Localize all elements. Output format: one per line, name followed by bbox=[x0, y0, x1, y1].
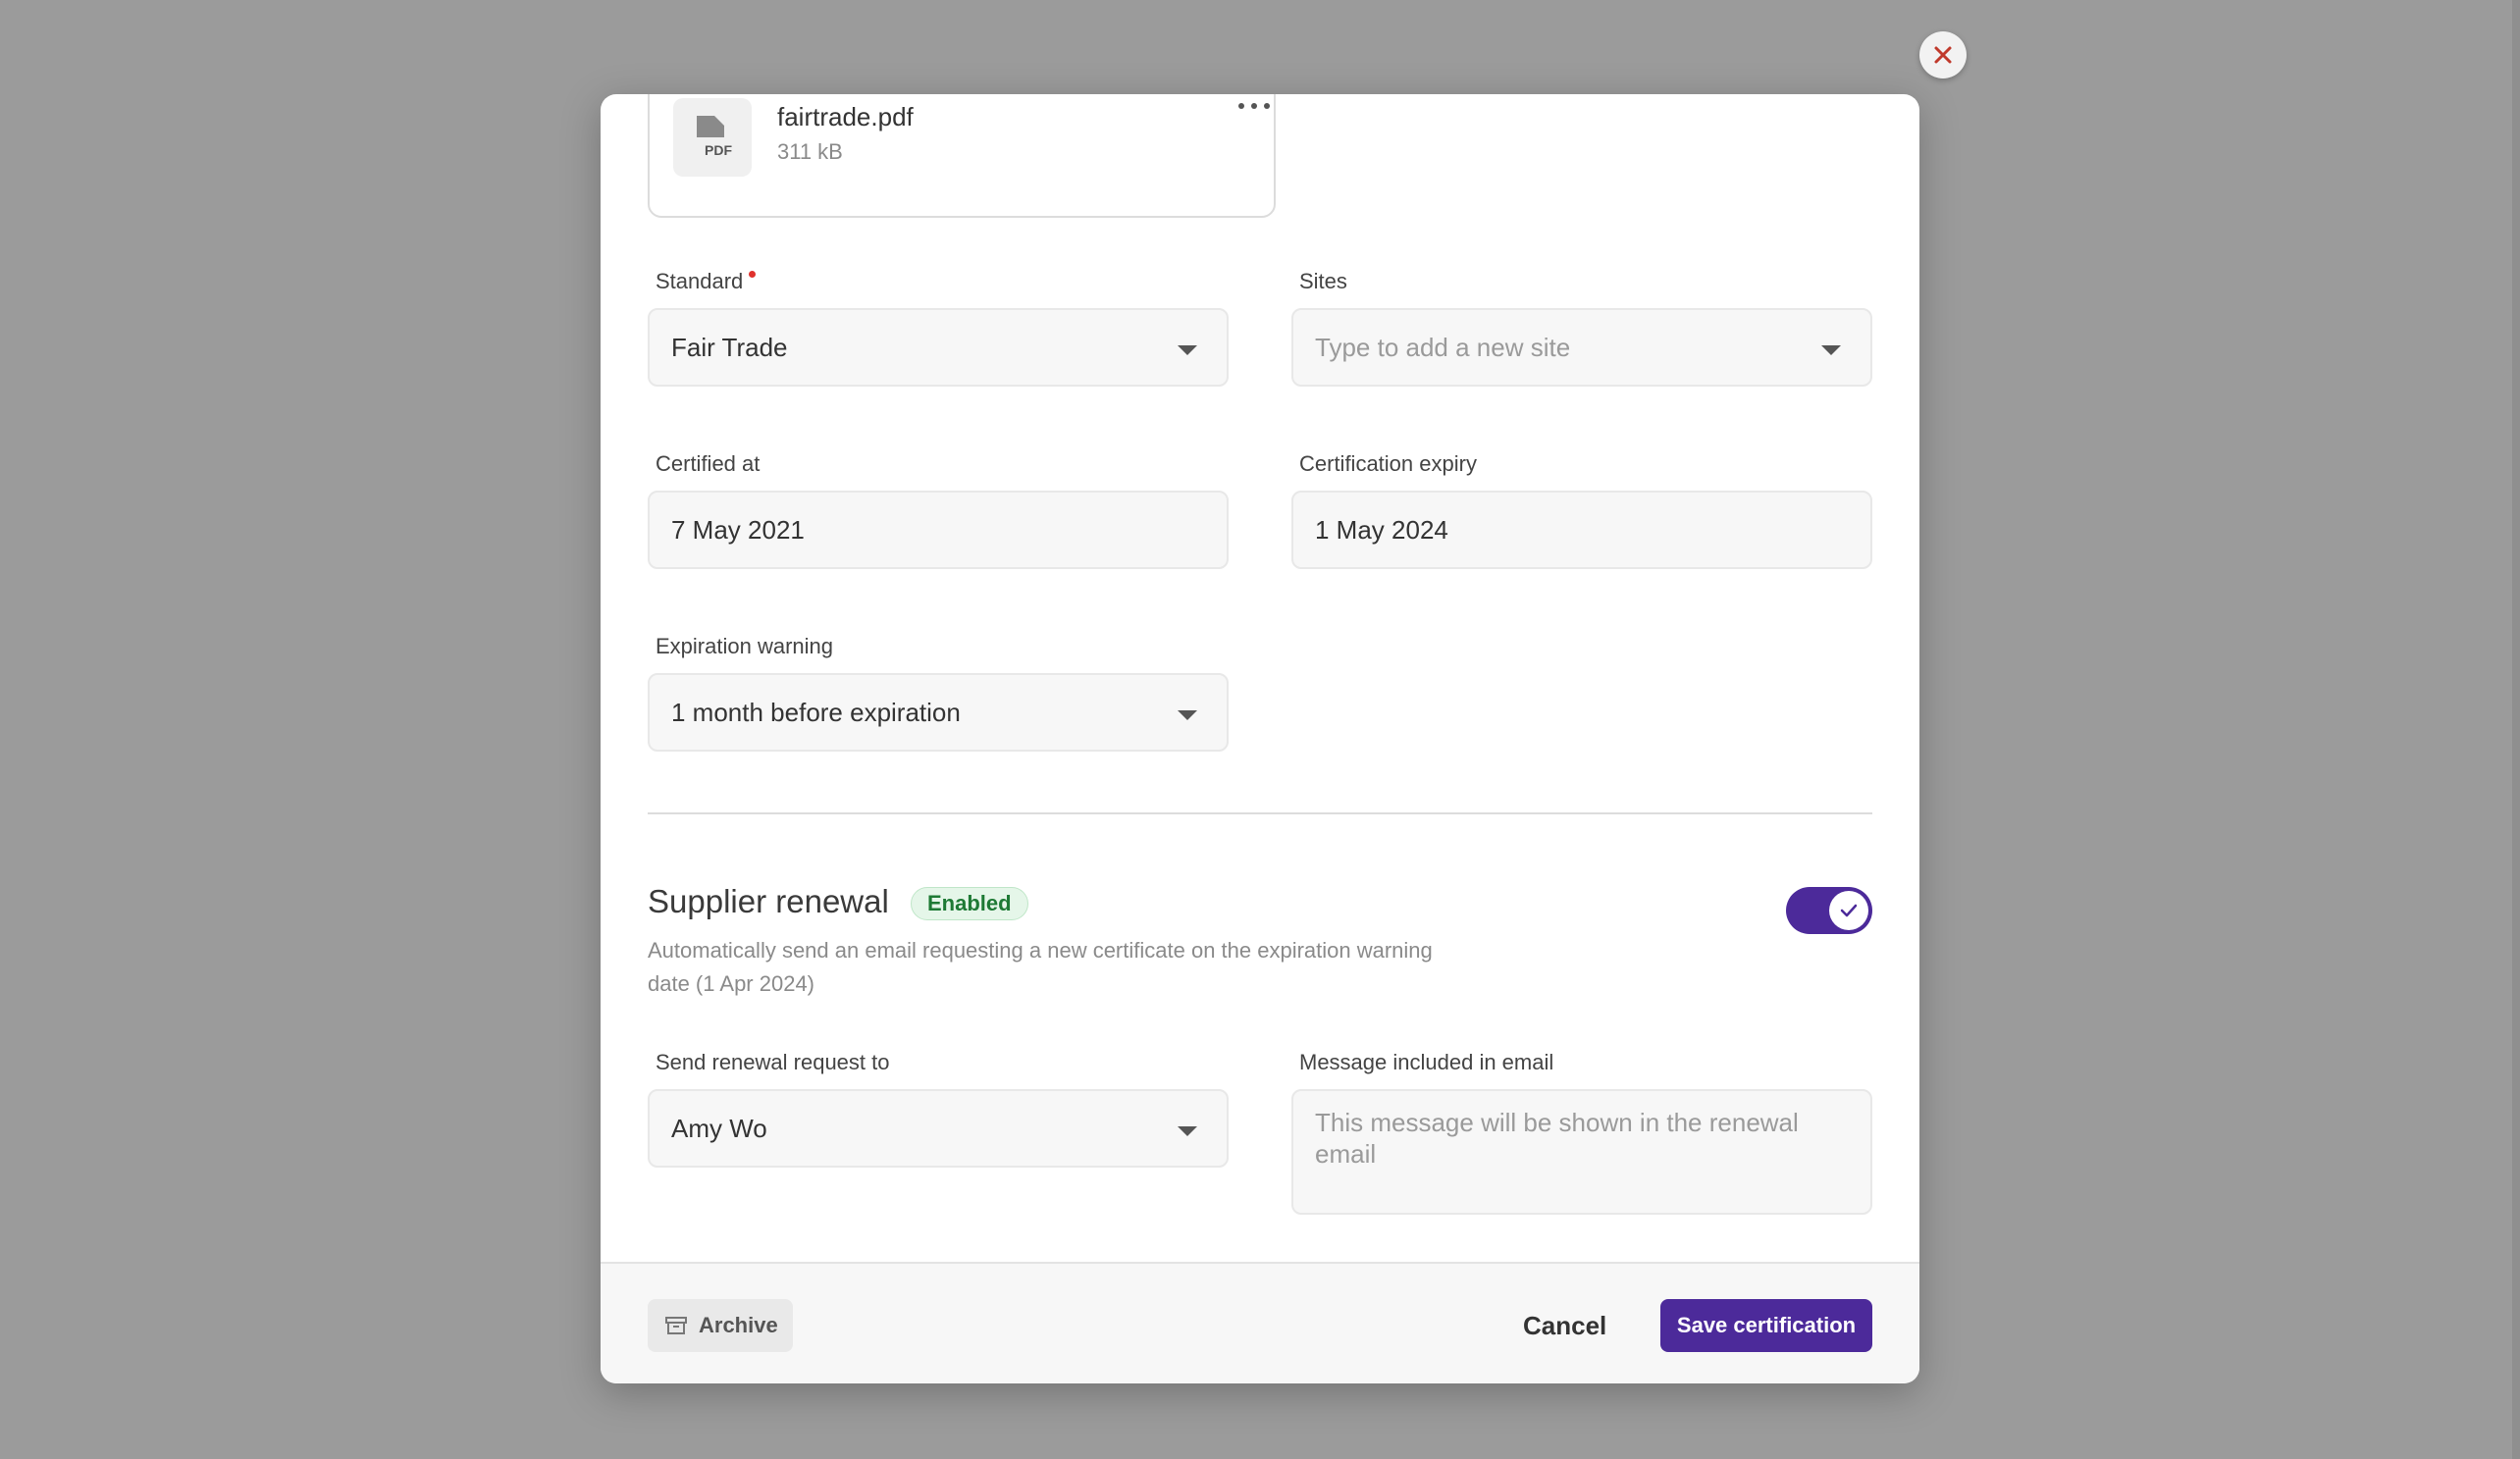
sites-placeholder: Type to add a new site bbox=[1315, 332, 1571, 362]
required-indicator bbox=[749, 271, 757, 278]
certification-expiry-label: Certification expiry bbox=[1299, 451, 1477, 476]
close-icon bbox=[1934, 46, 1952, 64]
file-more-options-icon[interactable] bbox=[1238, 96, 1270, 116]
page-scrollbar[interactable] bbox=[2512, 0, 2520, 1459]
file-name: fairtrade.pdf bbox=[777, 102, 914, 131]
certification-expiry-value: 1 May 2024 bbox=[1315, 514, 1448, 545]
archive-button[interactable]: Archive bbox=[648, 1299, 793, 1352]
archive-icon bbox=[665, 1317, 687, 1334]
certification-expiry-input[interactable]: 1 May 2024 bbox=[1291, 491, 1872, 569]
file-size: 311 kB bbox=[777, 139, 843, 164]
message-textarea[interactable]: This message will be shown in the renewa… bbox=[1291, 1089, 1872, 1215]
pdf-icon-text: PDF bbox=[705, 142, 732, 158]
toggle-knob bbox=[1829, 891, 1868, 930]
chevron-down-icon bbox=[1178, 345, 1197, 355]
send-renewal-to-label: Send renewal request to bbox=[656, 1050, 890, 1074]
cancel-button[interactable]: Cancel bbox=[1523, 1311, 1606, 1341]
chevron-down-icon bbox=[1821, 345, 1841, 355]
supplier-renewal-description: Automatically send an email requesting a… bbox=[648, 938, 1433, 996]
file-card: PDF fairtrade.pdf 311 kB bbox=[648, 94, 1276, 218]
certified-at-input[interactable]: 7 May 2021 bbox=[648, 491, 1229, 569]
save-certification-button[interactable]: Save certification bbox=[1660, 1299, 1872, 1352]
certified-at-value: 7 May 2021 bbox=[671, 514, 805, 545]
checkmark-icon bbox=[1840, 904, 1858, 917]
sites-select[interactable]: Type to add a new site bbox=[1291, 308, 1872, 387]
message-placeholder: This message will be shown in the renewa… bbox=[1315, 1108, 1799, 1169]
pdf-file-icon: PDF bbox=[673, 98, 752, 177]
send-renewal-to-select[interactable]: Amy Wo bbox=[648, 1089, 1229, 1168]
supplier-renewal-toggle[interactable] bbox=[1786, 887, 1872, 934]
close-button[interactable] bbox=[1919, 31, 1967, 78]
chevron-down-icon bbox=[1178, 1126, 1197, 1136]
section-divider bbox=[648, 812, 1872, 814]
sites-label: Sites bbox=[1299, 269, 1347, 293]
message-label: Message included in email bbox=[1299, 1050, 1554, 1074]
archive-label: Archive bbox=[699, 1313, 778, 1337]
certified-at-label: Certified at bbox=[656, 451, 761, 476]
chevron-down-icon bbox=[1178, 710, 1197, 720]
edit-certification-modal: PDF fairtrade.pdf 311 kB Standard Fair T… bbox=[601, 94, 1919, 1383]
send-renewal-to-value: Amy Wo bbox=[671, 1113, 767, 1143]
standard-label: Standard bbox=[656, 269, 757, 294]
supplier-renewal-title: Supplier renewal bbox=[648, 883, 889, 919]
standard-value: Fair Trade bbox=[671, 332, 788, 362]
expiration-warning-select[interactable]: 1 month before expiration bbox=[648, 673, 1229, 752]
modal-footer: Archive Cancel Save certification bbox=[601, 1262, 1919, 1383]
standard-select[interactable]: Fair Trade bbox=[648, 308, 1229, 387]
expiration-warning-value: 1 month before expiration bbox=[671, 697, 961, 727]
status-badge: Enabled bbox=[911, 887, 1028, 920]
expiration-warning-label: Expiration warning bbox=[656, 634, 833, 658]
